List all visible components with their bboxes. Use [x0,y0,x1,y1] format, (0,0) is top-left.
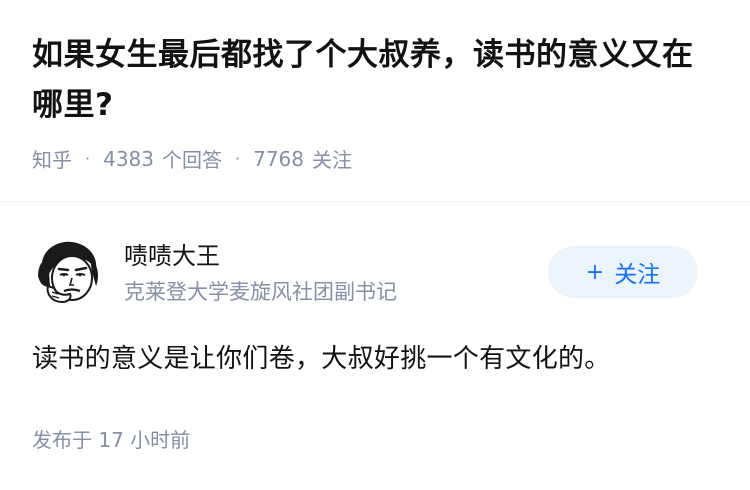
answer-content: 读书的意义是让你们卷，大叔好挑一个有文化的。 [32,344,611,374]
author-name[interactable]: 啧啧大王 [124,236,220,271]
author-bio: 克莱登大学麦旋风社团副书记 [124,280,397,304]
meta-separator-dot: · [85,149,91,168]
answer-count: 4383 [103,146,154,171]
publish-label: 发布于 [32,428,92,452]
question-title[interactable]: 如果女生最后都找了个大叔养，读书的意义又在哪里? [32,30,722,130]
source-label[interactable]: 知乎 [32,144,72,173]
follow-button[interactable]: + 关注 [548,246,698,298]
meme-face-avatar-icon[interactable] [32,236,104,308]
follower-count-label: 关注 [312,148,352,172]
follow-button-label: 关注 [614,262,661,288]
question-header: 如果女生最后都找了个大叔养，读书的意义又在哪里? 知乎 · 4383 个回答 ·… [32,30,722,173]
author-row: 啧啧大王 克莱登大学麦旋风社团副书记 + 关注 [32,232,718,312]
section-divider [0,201,750,202]
plus-icon: + [585,259,605,285]
question-meta: 知乎 · 4383 个回答 · 7768 关注 [32,144,722,173]
follower-count: 7768 [253,146,304,171]
meta-separator-dot: · [235,149,241,168]
answer-count-label: 个回答 [162,148,222,172]
publish-time-value: 17 小时前 [98,428,191,452]
zhihu-answer-page: 如果女生最后都找了个大叔养，读书的意义又在哪里? 知乎 · 4383 个回答 ·… [0,0,750,490]
publish-time: 发布于 17 小时前 [32,424,190,453]
